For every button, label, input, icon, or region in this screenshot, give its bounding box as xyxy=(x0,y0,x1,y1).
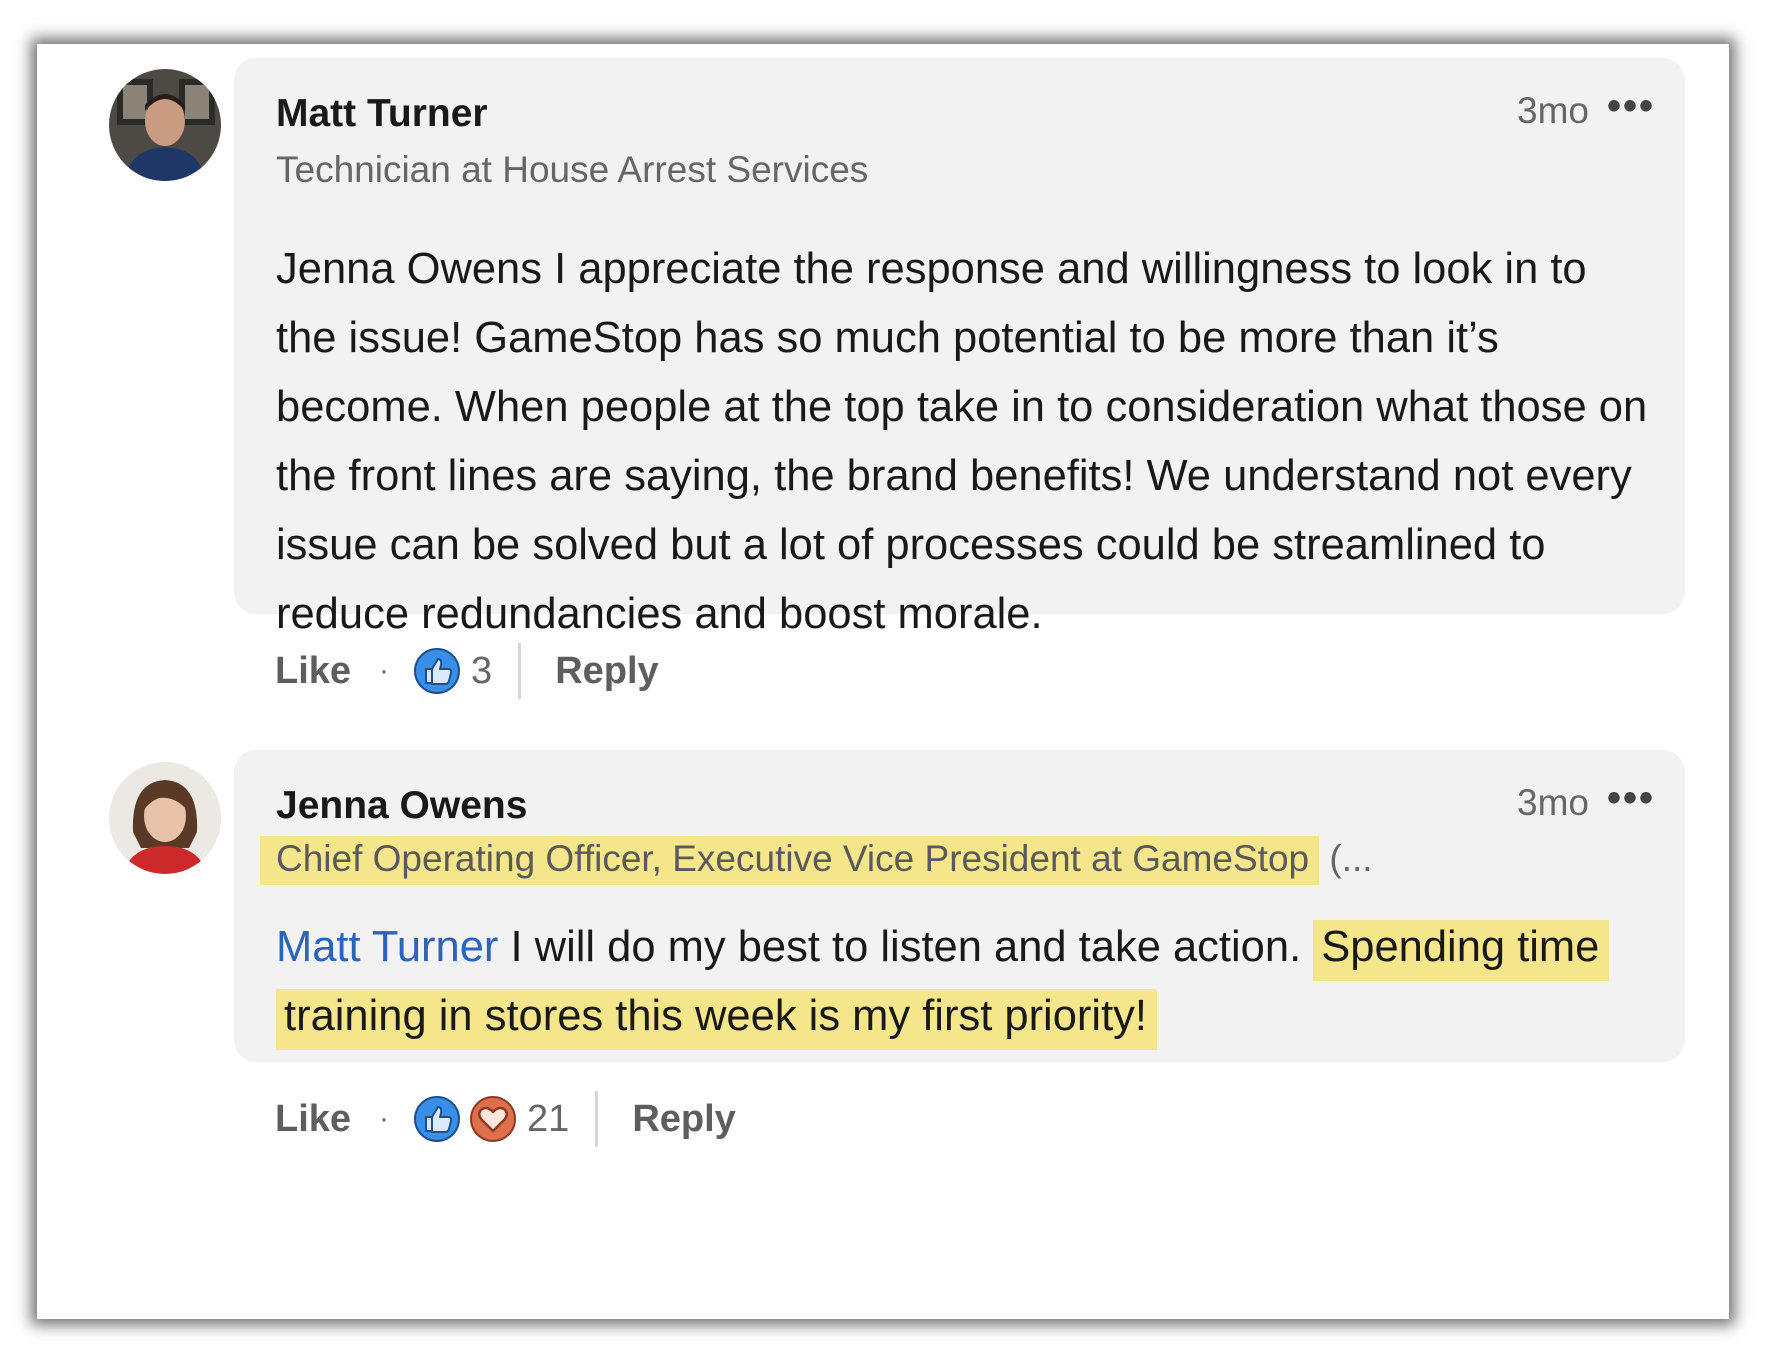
like-button[interactable]: Like xyxy=(275,1098,351,1141)
highlighted-headline: Chief Operating Officer, Executive Vice … xyxy=(260,836,1320,885)
author-headline: Technician at House Arrest Services xyxy=(276,149,869,190)
comment-bubble: Matt Turner Technician at House Arrest S… xyxy=(234,58,1685,638)
comment-thread: Matt Turner Technician at House Arrest S… xyxy=(37,44,1729,1319)
mention-link[interactable]: Matt Turner xyxy=(276,923,498,971)
divider xyxy=(518,643,522,699)
comment-text: Matt Turner I will do my best to listen … xyxy=(276,913,1656,1051)
separator-dot: · xyxy=(379,1102,390,1135)
reactions-summary[interactable]: 21 xyxy=(413,1095,569,1143)
reply-button[interactable]: Reply xyxy=(555,650,658,693)
heart-icon xyxy=(470,1096,517,1142)
divider xyxy=(595,1091,599,1147)
comment-actions: Like · 3 Reply xyxy=(275,641,659,701)
reaction-count: 21 xyxy=(527,1097,570,1140)
more-options-icon[interactable]: ••• xyxy=(1607,776,1655,821)
timestamp: 3mo xyxy=(1517,90,1589,131)
thumbs-up-icon xyxy=(414,1096,461,1142)
like-button[interactable]: Like xyxy=(275,650,351,693)
author-name[interactable]: Matt Turner xyxy=(276,92,488,136)
comment-text: Jenna Owens I appreciate the response an… xyxy=(276,245,1648,638)
author-headline: Chief Operating Officer, Executive Vice … xyxy=(260,836,1373,885)
timestamp: 3mo xyxy=(1517,782,1589,823)
reaction-count: 3 xyxy=(471,649,493,692)
author-name[interactable]: Jenna Owens xyxy=(276,784,527,828)
more-options-icon[interactable]: ••• xyxy=(1607,84,1655,129)
comment-bubble: Jenna Owens Chief Operating Officer, Exe… xyxy=(234,750,1685,1062)
separator-dot: · xyxy=(379,654,390,687)
thumbs-up-icon xyxy=(414,648,461,694)
comment-actions: Like · 21 Reply xyxy=(275,1089,736,1149)
headline-truncation: (... xyxy=(1319,838,1373,879)
comment-text-plain: I will do my best to listen and take act… xyxy=(498,923,1314,971)
reactions-summary[interactable]: 3 xyxy=(413,647,492,695)
avatar[interactable] xyxy=(109,69,221,181)
reply-button[interactable]: Reply xyxy=(632,1098,735,1141)
avatar[interactable] xyxy=(109,762,221,874)
